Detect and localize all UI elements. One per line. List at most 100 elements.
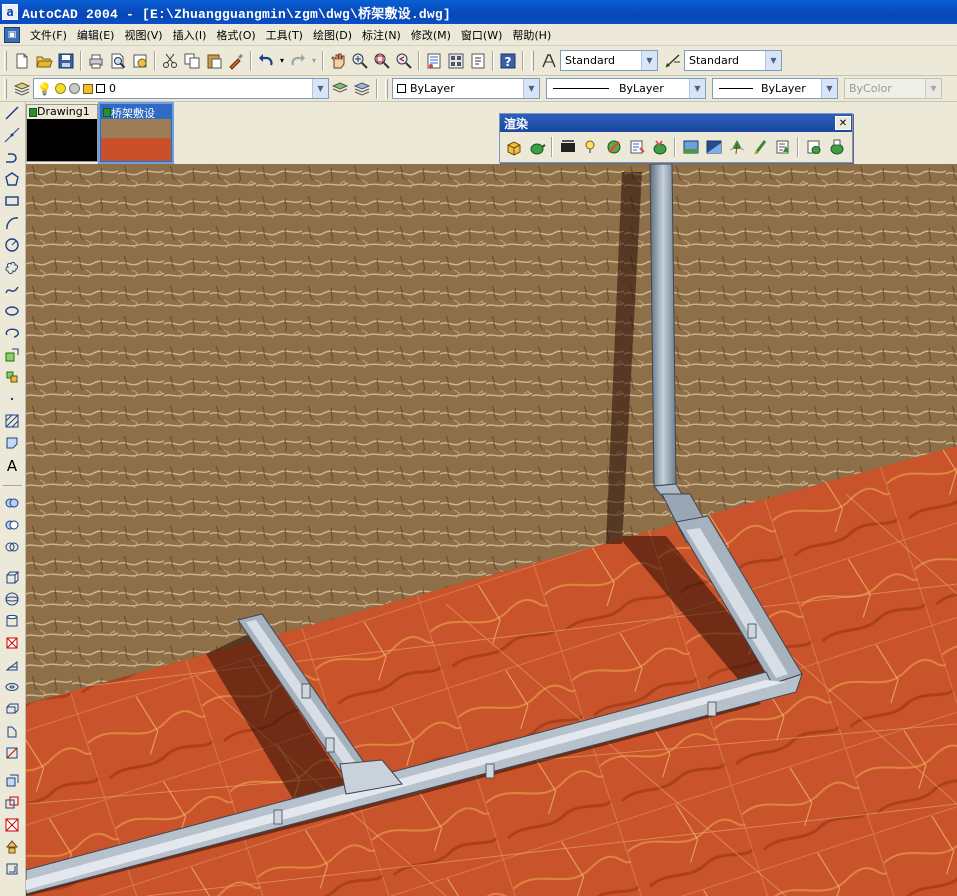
cut-icon[interactable] xyxy=(159,50,181,72)
menu-window[interactable]: 窗口(W) xyxy=(457,27,508,43)
zoom-window-icon[interactable] xyxy=(371,50,393,72)
materials-library-icon[interactable] xyxy=(625,135,648,159)
arc-icon[interactable] xyxy=(0,212,24,234)
ellipse-icon[interactable] xyxy=(0,300,24,322)
layer-control-select[interactable]: 💡 0 ▼ xyxy=(33,78,329,99)
chevron-down-icon[interactable]: ▼ xyxy=(689,79,705,98)
properties-icon[interactable] xyxy=(423,50,445,72)
match-properties-icon[interactable] xyxy=(225,50,247,72)
designcenter-icon[interactable] xyxy=(445,50,467,72)
print-preview-icon[interactable] xyxy=(107,50,129,72)
section-icon[interactable] xyxy=(0,770,24,792)
menu-file[interactable]: 文件(F) xyxy=(26,27,73,43)
help-icon[interactable]: ? xyxy=(497,50,519,72)
interfere-icon[interactable] xyxy=(0,792,24,814)
render-toolbar[interactable]: 渲染 ✕ xyxy=(499,113,853,163)
tab-drawing1[interactable]: Drawing1 xyxy=(26,104,98,162)
toolbar-grip[interactable] xyxy=(4,78,7,99)
undo-icon[interactable] xyxy=(255,50,277,72)
make-block-icon[interactable] xyxy=(0,366,24,388)
redo-icon[interactable] xyxy=(287,50,309,72)
scenes-icon[interactable] xyxy=(556,135,579,159)
tab-bridge-tray-drawing[interactable]: 桥架敷设 xyxy=(98,102,174,164)
save-icon[interactable] xyxy=(55,50,77,72)
mapping-icon[interactable] xyxy=(648,135,671,159)
render-preferences-icon[interactable] xyxy=(802,135,825,159)
hatch-icon[interactable] xyxy=(0,410,24,432)
make-object-layer-current-icon[interactable] xyxy=(329,78,351,100)
revolve-icon[interactable] xyxy=(0,720,24,742)
menu-view[interactable]: 视图(V) xyxy=(120,27,168,43)
setup-view-icon[interactable] xyxy=(0,836,24,858)
revision-cloud-icon[interactable] xyxy=(0,256,24,278)
copy-icon[interactable] xyxy=(181,50,203,72)
zoom-previous-icon[interactable] xyxy=(393,50,415,72)
undo-dropdown-icon[interactable]: ▾ xyxy=(277,50,287,72)
spline-icon[interactable] xyxy=(0,278,24,300)
rectangle-icon[interactable] xyxy=(0,190,24,212)
dim-style-select[interactable]: Standard ▼ xyxy=(684,50,782,71)
background-icon[interactable] xyxy=(679,135,702,159)
cone-icon[interactable] xyxy=(0,632,24,654)
menu-modify[interactable]: 修改(M) xyxy=(407,27,457,43)
tool-palettes-icon[interactable] xyxy=(467,50,489,72)
multiline-text-icon[interactable]: A xyxy=(0,454,24,476)
dim-style-icon[interactable] xyxy=(662,50,684,72)
close-icon[interactable]: ✕ xyxy=(835,116,851,130)
edit-landscape-icon[interactable] xyxy=(748,135,771,159)
new-landscape-icon[interactable] xyxy=(725,135,748,159)
redo-dropdown-icon[interactable]: ▾ xyxy=(309,50,319,72)
slice-icon[interactable] xyxy=(0,742,24,764)
menu-insert[interactable]: 插入(I) xyxy=(169,27,213,43)
circle-icon[interactable] xyxy=(0,234,24,256)
chevron-down-icon[interactable]: ▼ xyxy=(523,79,539,98)
print-icon[interactable] xyxy=(85,50,107,72)
lights-icon[interactable] xyxy=(579,135,602,159)
insert-block-icon[interactable] xyxy=(0,344,24,366)
menu-dimension[interactable]: 标注(N) xyxy=(358,27,407,43)
ellipse-arc-icon[interactable] xyxy=(0,322,24,344)
hide-icon[interactable] xyxy=(502,135,525,159)
polyline-icon[interactable] xyxy=(0,146,24,168)
wedge-icon[interactable] xyxy=(0,654,24,676)
document-menu-icon[interactable]: ▣ xyxy=(4,26,20,43)
union-icon[interactable] xyxy=(0,492,24,514)
landscape-library-icon[interactable] xyxy=(771,135,794,159)
polygon-icon[interactable] xyxy=(0,168,24,190)
zoom-realtime-icon[interactable] xyxy=(349,50,371,72)
box-icon[interactable] xyxy=(0,566,24,588)
drawing-viewport[interactable] xyxy=(26,164,957,896)
menu-edit[interactable]: 编辑(E) xyxy=(73,27,121,43)
chevron-down-icon[interactable]: ▼ xyxy=(821,79,837,98)
statistics-icon[interactable] xyxy=(825,135,848,159)
region-icon[interactable] xyxy=(0,432,24,454)
chevron-down-icon[interactable]: ▼ xyxy=(312,79,328,98)
menu-help[interactable]: 帮助(H) xyxy=(508,27,557,43)
sphere-icon[interactable] xyxy=(0,588,24,610)
pan-icon[interactable] xyxy=(327,50,349,72)
new-icon[interactable] xyxy=(11,50,33,72)
point-icon[interactable] xyxy=(0,388,24,410)
text-style-select[interactable]: Standard ▼ xyxy=(560,50,658,71)
toolbar-grip[interactable] xyxy=(531,50,534,71)
subtract-icon[interactable] xyxy=(0,514,24,536)
chevron-down-icon[interactable]: ▼ xyxy=(641,51,657,70)
open-icon[interactable] xyxy=(33,50,55,72)
setup-profile-icon[interactable] xyxy=(0,858,24,880)
cylinder-icon[interactable] xyxy=(0,610,24,632)
render-toolbar-titlebar[interactable]: 渲染 ✕ xyxy=(500,114,852,132)
materials-icon[interactable] xyxy=(602,135,625,159)
lineweight-control-select[interactable]: ByLayer ▼ xyxy=(712,78,838,99)
fog-icon[interactable] xyxy=(702,135,725,159)
paste-icon[interactable] xyxy=(203,50,225,72)
text-style-icon[interactable] xyxy=(538,50,560,72)
line-icon[interactable] xyxy=(0,102,24,124)
construction-line-icon[interactable] xyxy=(0,124,24,146)
chevron-down-icon[interactable]: ▼ xyxy=(765,51,781,70)
toolbar-grip[interactable] xyxy=(4,50,7,71)
menu-draw[interactable]: 绘图(D) xyxy=(309,27,358,43)
toolbar-grip[interactable] xyxy=(385,78,388,99)
torus-icon[interactable] xyxy=(0,676,24,698)
layer-previous-icon[interactable] xyxy=(351,78,373,100)
render-icon[interactable] xyxy=(525,135,548,159)
